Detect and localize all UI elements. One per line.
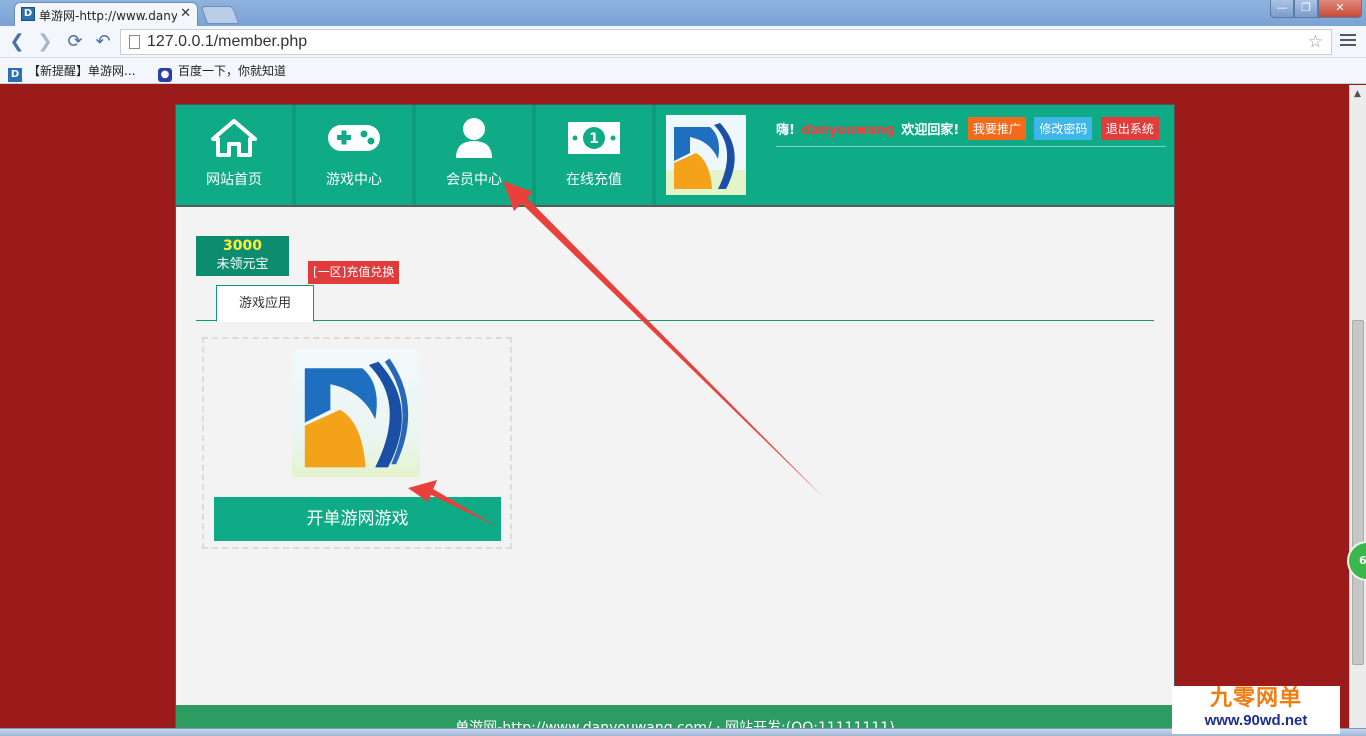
greeting-prefix: 嗨! [776,123,795,138]
nav-item-home[interactable]: 网站首页 [176,105,292,205]
unclaimed-ingots-badge: 3000 未领元宝 [196,236,289,276]
back-arrow-icon[interactable]: ❮ [6,31,28,53]
tab-close-icon[interactable]: ✕ [180,6,191,21]
browser-toolbar: ❮ ❯ ⟳ ↶ 127.0.0.1/member.php ☆ [0,26,1366,58]
address-bar-url[interactable]: 127.0.0.1/member.php [147,33,307,51]
nav-item-member-center[interactable]: 会员中心 [416,105,532,205]
reload-icon[interactable]: ⟳ [64,31,86,53]
bookmark-star-icon[interactable]: ☆ [1308,32,1323,52]
new-tab-button[interactable] [200,6,240,24]
watermark-line: 九零网单 [1209,686,1302,711]
window-maximize-button[interactable]: ❐ [1294,0,1318,18]
address-bar[interactable]: 127.0.0.1/member.php ☆ [120,29,1332,55]
scrollbar-thumb[interactable] [1352,320,1364,665]
greeting-suffix: 欢迎回家! [901,123,960,138]
nav-item-label: 在线充值 [566,172,622,188]
page-icon [129,35,140,49]
forward-arrow-icon[interactable]: ❯ [34,31,56,53]
watermark-line: www.90wd.net [1204,712,1308,729]
money-icon: 1 [536,117,652,159]
page-scrollbar[interactable]: ▲ [1349,85,1366,736]
svg-text:1: 1 [589,131,599,147]
browser-tab[interactable]: D 单游网-http://www.danyc ✕ [14,2,198,26]
bookmark-label: 百度一下，你就知道 [178,64,287,78]
divider [776,146,1166,147]
site-header: 网站首页 游戏中心 会员中心 1 在线充值 嗨! danyouwang 欢迎回家… [176,105,1174,205]
nav-item-label: 游戏中心 [326,172,382,188]
member-page: 网站首页 游戏中心 会员中心 1 在线充值 嗨! danyouwang 欢迎回家… [175,104,1175,736]
nav-item-label: 会员中心 [446,172,502,188]
username: danyouwang [801,123,895,138]
avatar[interactable] [666,115,746,195]
baidu-paw-icon: ● [158,68,172,82]
game-card: 开单游网游戏 [202,337,512,549]
site-favicon-icon: D [8,68,22,82]
browser-titlebar: D 单游网-http://www.danyc ✕ — ❐ ✕ [0,0,1366,26]
user-icon [416,117,532,159]
gamepad-icon [296,117,412,159]
tab-game-apps[interactable]: 游戏应用 [216,285,314,322]
bookmark-item[interactable]: ● 百度一下，你就知道 [158,62,286,82]
window-close-button[interactable]: ✕ [1318,0,1362,18]
welcome-message: 嗨! danyouwang 欢迎回家! 我要推广 修改密码 退出系统 [776,117,1159,140]
divider [176,205,1174,207]
nav-item-online-recharge[interactable]: 1 在线充值 [536,105,652,205]
bookmark-label: 【新提醒】单游网... [28,64,136,78]
play-game-button[interactable]: 开单游网游戏 [214,497,501,541]
watermark: 九零网单 www.90wd.net [1172,686,1340,734]
browser-menu-icon[interactable] [1340,34,1356,50]
scroll-up-icon[interactable]: ▲ [1354,89,1361,99]
bookmarks-bar: D 【新提醒】单游网... ● 百度一下，你就知道 [0,58,1366,84]
site-favicon-icon: D [21,7,35,21]
bookmark-item[interactable]: D 【新提醒】单游网... [8,62,135,82]
logout-button[interactable]: 退出系统 [1100,117,1159,140]
browser-tab-title: 单游网-http://www.danyc [39,9,177,23]
ingot-label: 未领元宝 [216,257,269,272]
change-password-button[interactable]: 修改密码 [1034,117,1093,140]
game-logo[interactable] [292,349,420,477]
home-icon [176,117,292,159]
window-minimize-button[interactable]: — [1270,0,1294,18]
recharge-exchange-button[interactable]: [一区]充值兑换 [308,261,400,284]
promote-button[interactable]: 我要推广 [967,117,1026,140]
user-panel: 嗨! danyouwang 欢迎回家! 我要推广 修改密码 退出系统 [656,105,1174,205]
ingot-count: 3000 [223,238,262,254]
tab-bar-line [196,320,1154,321]
undo-icon[interactable]: ↶ [92,31,114,53]
os-taskbar [0,728,1366,736]
nav-item-label: 网站首页 [206,172,262,188]
nav-item-game-center[interactable]: 游戏中心 [296,105,412,205]
